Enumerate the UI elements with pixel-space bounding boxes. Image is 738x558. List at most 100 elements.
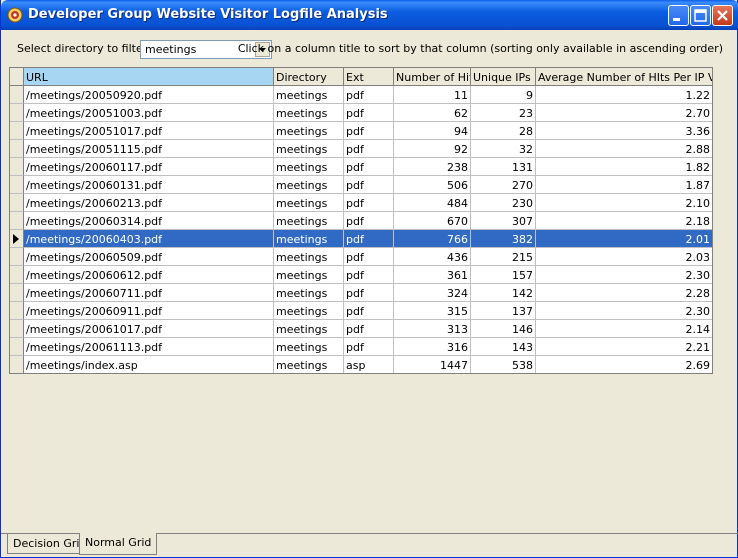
cell-url[interactable]: /meetings/20051115.pdf [24,140,274,158]
cell-unique-ips[interactable]: 538 [471,356,536,373]
table-row[interactable]: /meetings/20060314.pdf meetings pdf 670 307 2… [10,212,712,230]
cell-url[interactable]: /meetings/20060213.pdf [24,194,274,212]
cell-url[interactable]: /meetings/20050920.pdf [24,86,274,104]
cell-directory[interactable]: meetings [274,248,344,266]
cell-url[interactable]: /meetings/20060314.pdf [24,212,274,230]
cell-directory[interactable]: meetings [274,284,344,302]
cell-average[interactable]: 2.30 [536,266,712,284]
row-indicator-cell[interactable] [10,194,24,212]
column-header-ext[interactable]: Ext [344,68,394,86]
row-indicator-cell[interactable] [10,140,24,158]
table-row[interactable]: /meetings/20060403.pdf meetings pdf 766 382 2… [10,230,712,248]
maximize-button[interactable] [690,5,711,26]
cell-ext[interactable]: pdf [344,320,394,338]
cell-unique-ips[interactable]: 146 [471,320,536,338]
column-header-average[interactable]: Average Number of HIts Per IP Visit [536,68,712,86]
cell-ext[interactable]: pdf [344,302,394,320]
cell-average[interactable]: 2.30 [536,302,712,320]
cell-unique-ips[interactable]: 270 [471,176,536,194]
minimize-button[interactable] [668,5,689,26]
cell-average[interactable]: 2.70 [536,104,712,122]
cell-unique-ips[interactable]: 143 [471,338,536,356]
cell-directory[interactable]: meetings [274,158,344,176]
cell-ext[interactable]: pdf [344,230,394,248]
row-indicator-cell[interactable] [10,86,24,104]
cell-url[interactable]: /meetings/index.asp [24,356,274,373]
cell-directory[interactable]: meetings [274,338,344,356]
cell-ext[interactable]: pdf [344,176,394,194]
cell-hits[interactable]: 361 [394,266,471,284]
cell-hits[interactable]: 1447 [394,356,471,373]
cell-directory[interactable]: meetings [274,140,344,158]
cell-unique-ips[interactable]: 9 [471,86,536,104]
cell-hits[interactable]: 92 [394,140,471,158]
cell-unique-ips[interactable]: 28 [471,122,536,140]
cell-directory[interactable]: meetings [274,230,344,248]
cell-hits[interactable]: 766 [394,230,471,248]
cell-url[interactable]: /meetings/20060131.pdf [24,176,274,194]
cell-url[interactable]: /meetings/20061017.pdf [24,320,274,338]
title-bar[interactable]: Developer Group Website Visitor Logfile … [1,0,738,30]
table-row[interactable]: /meetings/20060117.pdf meetings pdf 238 131 1… [10,158,712,176]
cell-average[interactable]: 2.88 [536,140,712,158]
cell-hits[interactable]: 238 [394,158,471,176]
cell-url[interactable]: /meetings/20060911.pdf [24,302,274,320]
table-row[interactable]: /meetings/20051017.pdf meetings pdf 94 28 3.3… [10,122,712,140]
cell-hits[interactable]: 11 [394,86,471,104]
cell-url[interactable]: /meetings/20060711.pdf [24,284,274,302]
cell-ext[interactable]: pdf [344,122,394,140]
cell-url[interactable]: /meetings/20060117.pdf [24,158,274,176]
cell-url[interactable]: /meetings/20060509.pdf [24,248,274,266]
column-header-hits[interactable]: Number of Hits [394,68,471,86]
cell-ext[interactable]: pdf [344,158,394,176]
table-row[interactable]: /meetings/20051003.pdf meetings pdf 62 23 2.7… [10,104,712,122]
row-indicator-cell[interactable] [10,356,24,373]
cell-hits[interactable]: 94 [394,122,471,140]
cell-url[interactable]: /meetings/20061113.pdf [24,338,274,356]
row-indicator-cell[interactable] [10,338,24,356]
row-indicator-cell[interactable] [10,212,24,230]
cell-url[interactable]: /meetings/20051003.pdf [24,104,274,122]
row-indicator-cell[interactable] [10,176,24,194]
cell-hits[interactable]: 506 [394,176,471,194]
cell-average[interactable]: 3.36 [536,122,712,140]
cell-unique-ips[interactable]: 137 [471,302,536,320]
cell-unique-ips[interactable]: 307 [471,212,536,230]
cell-ext[interactable]: asp [344,356,394,373]
cell-unique-ips[interactable]: 382 [471,230,536,248]
cell-unique-ips[interactable]: 131 [471,158,536,176]
cell-ext[interactable]: pdf [344,284,394,302]
row-indicator-cell[interactable] [10,320,24,338]
cell-directory[interactable]: meetings [274,356,344,373]
table-row[interactable]: /meetings/20051115.pdf meetings pdf 92 32 2.8… [10,140,712,158]
row-indicator-cell[interactable] [10,302,24,320]
cell-ext[interactable]: pdf [344,338,394,356]
cell-directory[interactable]: meetings [274,176,344,194]
table-row[interactable]: /meetings/20050920.pdf meetings pdf 11 9 1.22 [10,86,712,104]
cell-average[interactable]: 1.87 [536,176,712,194]
cell-url[interactable]: /meetings/20060403.pdf [24,230,274,248]
cell-url[interactable]: /meetings/20060612.pdf [24,266,274,284]
cell-ext[interactable]: pdf [344,212,394,230]
table-row[interactable]: /meetings/index.asp meetings asp 1447 538 2.6… [10,356,712,373]
table-row[interactable]: /meetings/20061017.pdf meetings pdf 313 146 2… [10,320,712,338]
cell-hits[interactable]: 484 [394,194,471,212]
cell-hits[interactable]: 315 [394,302,471,320]
cell-directory[interactable]: meetings [274,194,344,212]
cell-average[interactable]: 2.10 [536,194,712,212]
cell-ext[interactable]: pdf [344,194,394,212]
cell-ext[interactable]: pdf [344,140,394,158]
cell-hits[interactable]: 316 [394,338,471,356]
row-indicator-cell[interactable] [10,104,24,122]
cell-hits[interactable]: 670 [394,212,471,230]
cell-directory[interactable]: meetings [274,320,344,338]
cell-hits[interactable]: 313 [394,320,471,338]
cell-hits[interactable]: 62 [394,104,471,122]
table-row[interactable]: /meetings/20060509.pdf meetings pdf 436 215 2… [10,248,712,266]
table-row[interactable]: /meetings/20061113.pdf meetings pdf 316 143 2… [10,338,712,356]
row-indicator-cell[interactable] [10,284,24,302]
row-indicator-cell[interactable] [10,248,24,266]
table-row[interactable]: /meetings/20060612.pdf meetings pdf 361 157 2… [10,266,712,284]
cell-average[interactable]: 1.22 [536,86,712,104]
cell-unique-ips[interactable]: 157 [471,266,536,284]
